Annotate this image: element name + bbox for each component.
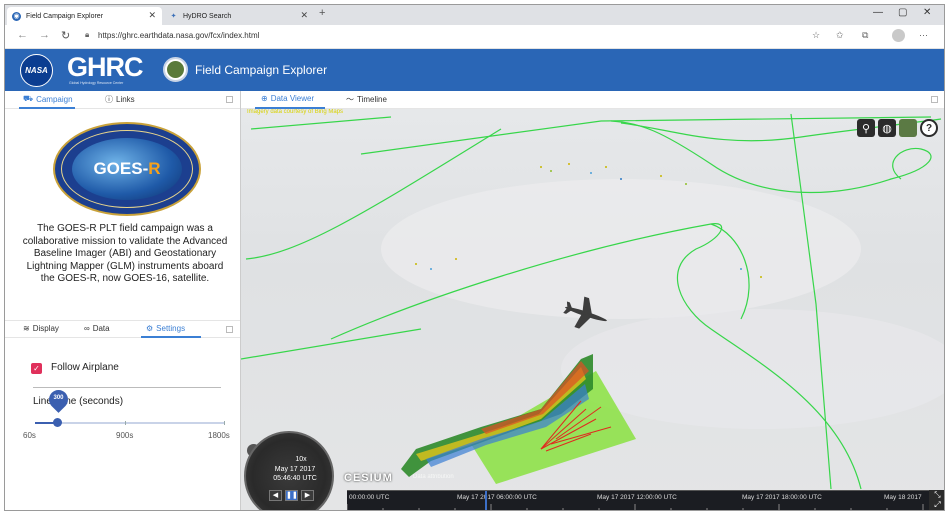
timeline-label: May 17 2017 18:00:00 UTC	[742, 494, 822, 501]
app-title: Field Campaign Explorer	[195, 63, 328, 77]
tab-timeline[interactable]: 〜 Timeline	[346, 94, 387, 105]
app-header: NASA GHRC Global Hydrology Resource Cent…	[5, 49, 944, 91]
tab-display[interactable]: ≋ Display	[23, 324, 59, 333]
refresh-icon[interactable]: ↻	[61, 29, 70, 42]
flight-track-scene	[241, 113, 944, 490]
scene-mode-globe-icon[interactable]: ◍	[878, 119, 896, 137]
campaign-description: The GOES-R PLT field campaign was a coll…	[22, 223, 228, 284]
cesium-viewport[interactable]: Imagery data courtesy of Bing Maps ⚲ ◍ ?…	[241, 109, 944, 510]
ghrc-subtitle: Global Hydrology Resource Center	[69, 81, 124, 85]
animation-speed: 10x	[295, 456, 307, 463]
collections-icon[interactable]: ⧉	[862, 30, 868, 41]
tab-settings[interactable]: ⚙ Settings	[146, 324, 185, 333]
slider-mid-label: 900s	[116, 431, 134, 440]
browser-tab-strip: ◉ Field Campaign Explorer ✕ ✦ HyDRO Sear…	[5, 5, 944, 25]
follow-airplane-checkbox[interactable]: ✓	[31, 363, 42, 374]
line-time-slider-thumb[interactable]	[53, 418, 62, 427]
search-icon[interactable]: ⚲	[857, 119, 875, 137]
campaign-panel-tabs: ⛟ Campaign ⓘ Links	[5, 91, 240, 109]
timeline-label: 00:00:00 UTC	[349, 494, 390, 501]
tab-title: Field Campaign Explorer	[26, 12, 104, 20]
ghrc-logo: GHRC	[67, 52, 143, 82]
slider-max-label: 1800s	[208, 431, 230, 440]
base-layer-picker-icon[interactable]	[899, 119, 917, 137]
timeline-ticks	[347, 504, 924, 510]
maximize-panel-button[interactable]	[226, 96, 233, 103]
imagery-credit[interactable]: Imagery data courtesy of Bing Maps	[247, 109, 343, 115]
globe-icon: ⊕	[261, 94, 268, 103]
maximize-panel-button[interactable]	[931, 96, 938, 103]
cesium-logo[interactable]: CESIUM	[344, 472, 393, 484]
tab-links[interactable]: ⓘ Links	[105, 94, 135, 105]
back-arrow-icon[interactable]: ←	[17, 29, 28, 41]
rewind-icon[interactable]: ◀	[269, 490, 282, 501]
slider-min-label: 60s	[23, 431, 36, 440]
tab-data[interactable]: ∞ Data	[84, 324, 110, 333]
favorite-star-icon[interactable]: ☆	[812, 30, 820, 41]
new-tab-button[interactable]: +	[319, 7, 325, 19]
minimize-button[interactable]: —	[873, 7, 883, 18]
timeline-icon: 〜	[346, 95, 354, 104]
settings-panel-tabs: ≋ Display ∞ Data ⚙ Settings	[5, 320, 240, 338]
tab-data-viewer[interactable]: ⊕ Data Viewer	[261, 94, 314, 103]
slider-value: 300	[53, 395, 64, 401]
timeline-label: May 17 2017 12:00:00 UTC	[597, 494, 677, 501]
link-icon: ∞	[84, 324, 90, 333]
viewer-tabs: ⊕ Data Viewer 〜 Timeline	[241, 91, 944, 109]
forward-arrow-icon[interactable]: →	[39, 29, 50, 41]
browser-window: ◉ Field Campaign Explorer ✕ ✦ HyDRO Sear…	[4, 4, 945, 511]
timeline-label: May 18 2017	[884, 494, 922, 501]
gear-icon: ⚙	[146, 324, 154, 333]
timeline-label: May 17 2017 06:00:00 UTC	[457, 494, 537, 501]
nasa-logo: NASA	[20, 54, 53, 87]
tab-underline	[19, 107, 75, 109]
settings-content: ✓ Follow Airplane Line Time (seconds) 30…	[5, 339, 240, 510]
profile-avatar[interactable]	[892, 29, 905, 42]
campaign-icon: ⛟	[23, 94, 34, 103]
maximize-panel-button[interactable]	[226, 326, 233, 333]
fcx-logo	[163, 57, 188, 82]
url-field[interactable]: https://ghrc.earthdata.nasa.gov/fcx/inde…	[98, 31, 259, 40]
lock-icon: 🔒︎	[85, 30, 90, 39]
line-time-label: Line Time (seconds)	[33, 396, 124, 407]
tab-campaign[interactable]: ⛟ Campaign	[23, 94, 73, 104]
browser-tab-fcx[interactable]: ◉ Field Campaign Explorer ✕	[7, 7, 162, 25]
favorites-bar-icon[interactable]: ✩	[836, 30, 844, 41]
slider-tick	[224, 421, 225, 425]
more-menu-icon[interactable]: ⋯	[919, 30, 928, 41]
play-icon[interactable]: ▶	[301, 490, 314, 501]
divider	[33, 387, 221, 388]
help-icon[interactable]: ?	[920, 119, 938, 137]
tab-underline	[141, 336, 201, 338]
close-window-button[interactable]: ✕	[923, 7, 931, 18]
slider-tick	[125, 421, 126, 425]
cesium-attribution-link[interactable]: Data attribution	[413, 474, 454, 480]
goes-r-logo: GOES- R	[53, 122, 201, 216]
follow-airplane-label: Follow Airplane	[51, 362, 119, 373]
maximize-button[interactable]: ▢	[898, 7, 907, 18]
timeline-needle[interactable]	[485, 491, 487, 510]
fullscreen-icon[interactable]: ⤡ ⤢	[929, 490, 944, 510]
close-tab-icon[interactable]: ✕	[148, 10, 156, 21]
campaign-content: GOES- R The GOES-R PLT field campaign was…	[5, 110, 240, 318]
layers-icon: ≋	[23, 324, 30, 333]
animation-date: May 17 2017 05:46:40 UTC	[273, 466, 317, 482]
timeline-bar[interactable]: 00:00:00 UTC May 17 2017 06:00:00 UTC Ma…	[347, 490, 929, 510]
address-bar: ← → ↻ 🔒︎ https://ghrc.earthdata.nasa.gov…	[5, 25, 944, 49]
hydro-favicon-icon: ✦	[170, 13, 177, 20]
pause-icon[interactable]: ❚❚	[285, 490, 298, 501]
fcx-favicon-icon: ◉	[12, 11, 21, 21]
cesium-toolbar: ⚲ ◍ ?	[857, 119, 938, 137]
line-time-slider-track[interactable]	[35, 422, 225, 424]
close-tab-icon[interactable]: ✕	[300, 10, 308, 21]
tab-title: HyDRO Search	[183, 12, 232, 20]
info-icon: ⓘ	[105, 95, 113, 104]
browser-tab-hydro[interactable]: ✦ HyDRO Search ✕	[164, 7, 314, 25]
